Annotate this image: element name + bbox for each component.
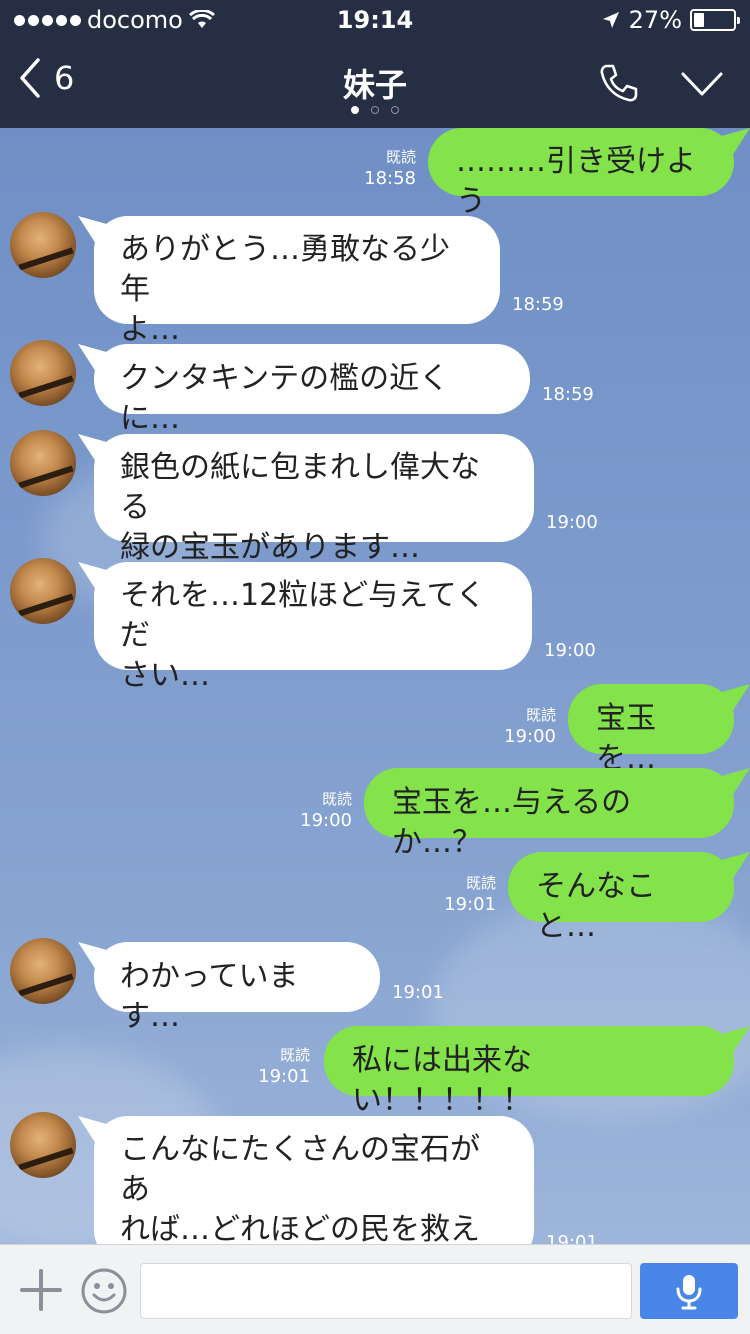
incoming-message[interactable]: わかっています…	[94, 942, 380, 1034]
avatar[interactable]	[10, 938, 76, 1004]
message-time: 19:01	[546, 1232, 598, 1244]
read-receipt: 既読	[279, 1046, 310, 1064]
message-text: 宝玉を…与えるのか…？	[392, 785, 632, 860]
message-text: そんなこと…	[536, 869, 656, 944]
chevron-down-icon[interactable]	[680, 70, 724, 98]
outgoing-message[interactable]: 宝玉を…与えるのか…？	[364, 768, 734, 860]
message-time: 18:58	[364, 168, 416, 189]
outgoing-message[interactable]: ………引き受けよう	[428, 128, 734, 219]
message-text: ありがとう…勇敢なる少年 よ…	[120, 232, 450, 347]
message-text: それを…12粒ほど与えてくだ さい…	[120, 578, 486, 693]
incoming-message[interactable]: こんなにたくさんの宝石があ れば…どれほどの民を救える か…	[94, 1116, 534, 1244]
message-meta: 既読 19:00	[504, 704, 556, 748]
smiley-icon[interactable]	[80, 1267, 128, 1315]
message-text: 宝玉を…	[596, 701, 656, 776]
message-time: 19:01	[392, 982, 444, 1003]
status-right: 27%	[601, 6, 740, 34]
status-bar: docomo 19:14 27%	[0, 0, 750, 40]
page-dot	[391, 106, 399, 114]
message-text: 銀色の紙に包まれし偉大なる 緑の宝玉があります…	[120, 450, 480, 565]
message-time: 19:00	[546, 512, 598, 533]
battery-level	[694, 13, 704, 27]
read-receipt: 既読	[321, 790, 352, 808]
message-meta: 既読 18:58	[364, 146, 416, 190]
incoming-message[interactable]: クンタキンテの檻の近くに…	[94, 344, 530, 436]
avatar[interactable]	[10, 340, 76, 406]
incoming-message[interactable]: それを…12粒ほど与えてくだ さい…	[94, 562, 532, 693]
message-time: 18:59	[542, 384, 594, 405]
message-text: こんなにたくさんの宝石があ れば…どれほどの民を救える か…	[120, 1132, 480, 1244]
input-bar	[0, 1244, 750, 1334]
phone-icon[interactable]	[598, 62, 640, 104]
outgoing-message[interactable]: 私には出来ない！！！！！	[324, 1026, 734, 1118]
message-text: クンタキンテの檻の近くに…	[120, 361, 450, 436]
avatar[interactable]	[10, 430, 76, 496]
avatar[interactable]	[10, 212, 76, 278]
message-time: 19:01	[258, 1066, 310, 1087]
battery-percent: 27%	[628, 6, 682, 34]
message-time: 18:59	[512, 294, 564, 315]
page-indicator	[0, 106, 750, 114]
message-meta: 既読 19:01	[444, 872, 496, 916]
avatar[interactable]	[10, 1112, 76, 1178]
avatar[interactable]	[10, 558, 76, 624]
incoming-message[interactable]: 銀色の紙に包まれし偉大なる 緑の宝玉があります…	[94, 434, 534, 565]
voice-message-button[interactable]	[640, 1263, 738, 1319]
chat-area[interactable]: 既読 18:58 ………引き受けよう ありがとう…勇敢なる少年 よ… 18:59…	[0, 128, 750, 1244]
message-time: 19:00	[300, 810, 352, 831]
page-dot	[351, 106, 359, 114]
read-receipt: 既読	[465, 874, 496, 892]
incoming-message[interactable]: ありがとう…勇敢なる少年 よ…	[94, 216, 500, 347]
message-input[interactable]	[140, 1263, 632, 1319]
message-meta: 既読 19:01	[258, 1044, 310, 1088]
page-dot	[371, 106, 379, 114]
location-arrow-icon	[602, 12, 619, 28]
read-receipt: 既読	[525, 706, 556, 724]
read-receipt: 既読	[385, 148, 416, 166]
message-text: 私には出来ない！！！！！	[352, 1043, 532, 1118]
outgoing-message[interactable]: 宝玉を…	[568, 684, 734, 776]
message-meta: 既読 19:00	[300, 788, 352, 832]
plus-icon[interactable]	[20, 1269, 62, 1311]
header: docomo 19:14 27% 6 妹子	[0, 0, 750, 128]
message-time: 19:01	[444, 894, 496, 915]
message-text: ………引き受けよう	[456, 144, 696, 219]
battery-icon	[690, 9, 740, 31]
microphone-icon	[676, 1275, 702, 1310]
message-time: 19:00	[504, 726, 556, 747]
message-time: 19:00	[544, 640, 596, 661]
outgoing-message[interactable]: そんなこと…	[508, 852, 734, 944]
message-text: わかっています…	[120, 959, 299, 1034]
